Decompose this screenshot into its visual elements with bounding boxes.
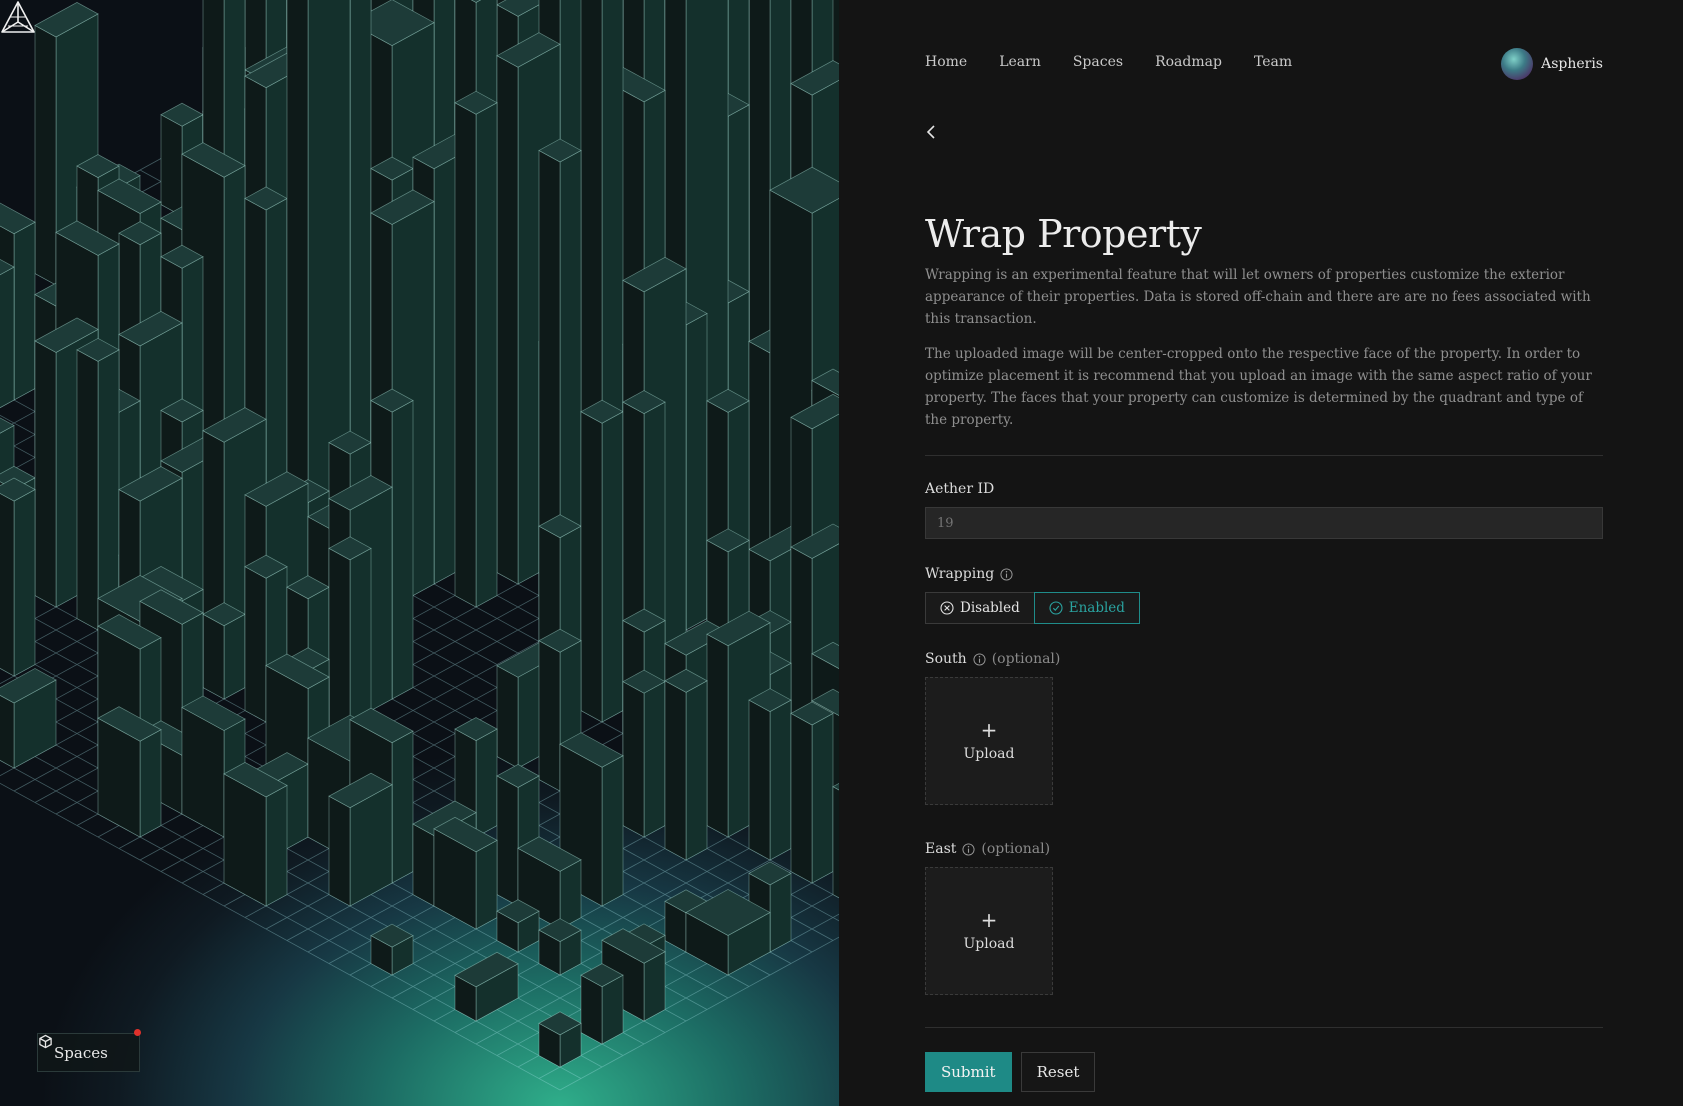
nav-team[interactable]: Team [1254, 54, 1292, 70]
wrap-property-panel: Home Learn Spaces Roadmap Team Aspheris … [839, 0, 1683, 1106]
city-scene-viewport[interactable]: Spaces [0, 0, 839, 1106]
check-circle-icon [1049, 601, 1063, 615]
spaces-button[interactable]: Spaces [37, 1029, 141, 1072]
wrapping-label: Wrapping [925, 566, 1603, 582]
x-circle-icon [940, 601, 954, 615]
nav-spaces[interactable]: Spaces [1073, 54, 1123, 70]
divider [925, 1027, 1603, 1028]
upload-label: Upload [963, 746, 1015, 762]
city-geometry [0, 0, 839, 1091]
info-icon[interactable] [1000, 567, 1013, 581]
east-upload-dropzone[interactable]: + Upload [925, 867, 1053, 995]
east-label: East (optional) [925, 841, 1603, 857]
aether-id-label-text: Aether ID [925, 481, 995, 497]
top-nav: Home Learn Spaces Roadmap Team [925, 54, 1324, 70]
user-menu[interactable]: Aspheris [1501, 48, 1603, 80]
wrapping-enabled-option[interactable]: Enabled [1033, 592, 1140, 624]
info-icon[interactable] [962, 842, 975, 856]
divider [925, 455, 1603, 456]
spaces-button-label: Spaces [54, 1043, 108, 1062]
south-upload-dropzone[interactable]: + Upload [925, 677, 1053, 805]
form-actions: Submit Reset [925, 1052, 1603, 1092]
aether-id-label: Aether ID [925, 481, 1603, 497]
reset-button[interactable]: Reset [1020, 1052, 1096, 1092]
plus-icon: + [980, 908, 998, 932]
page-title: Wrap Property [925, 212, 1202, 256]
plus-icon: + [980, 718, 998, 742]
description-paragraph-2: The uploaded image will be center-croppe… [925, 346, 1592, 428]
city-render[interactable] [0, 0, 839, 1106]
user-name: Aspheris [1541, 56, 1603, 72]
avatar [1501, 48, 1534, 80]
wrapping-disabled-label: Disabled [960, 600, 1020, 616]
nav-home[interactable]: Home [925, 54, 967, 70]
wrap-form: Wrap Property Wrapping is an experimenta… [925, 212, 1603, 1092]
wrapping-enabled-label: Enabled [1068, 600, 1125, 616]
south-label-text: South [925, 651, 967, 667]
nav-roadmap[interactable]: Roadmap [1155, 54, 1222, 70]
east-label-text: East [925, 841, 957, 857]
wrapping-toggle: Disabled Enabled [925, 592, 1603, 624]
cube-icon [39, 1034, 52, 1049]
chevron-left-icon[interactable] [923, 124, 939, 140]
optional-tag: (optional) [991, 651, 1061, 667]
optional-tag: (optional) [981, 841, 1051, 857]
notification-dot [134, 1029, 141, 1036]
wrapping-disabled-option[interactable]: Disabled [925, 592, 1034, 624]
nav-learn[interactable]: Learn [999, 54, 1041, 70]
submit-button[interactable]: Submit [925, 1052, 1012, 1092]
south-label: South (optional) [925, 651, 1603, 667]
info-icon[interactable] [973, 652, 986, 666]
description-paragraph-1: Wrapping is an experimental feature that… [925, 267, 1591, 327]
tetrahedron-logo-icon[interactable] [0, 0, 36, 34]
wrapping-label-text: Wrapping [925, 566, 995, 582]
aether-id-input[interactable] [925, 507, 1603, 539]
upload-label: Upload [963, 936, 1015, 952]
